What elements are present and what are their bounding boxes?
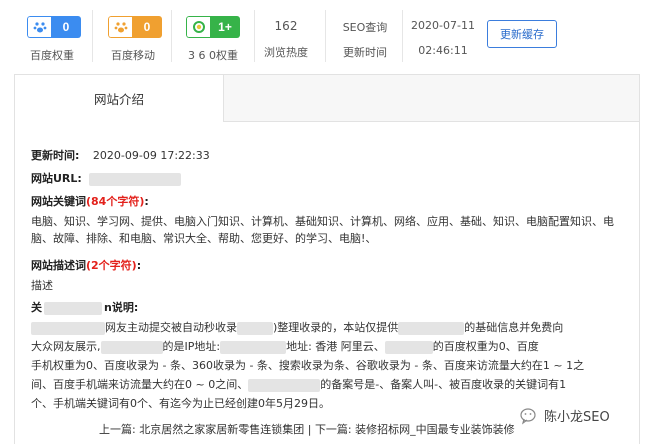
seo-query-link[interactable]: SEO查询 bbox=[333, 19, 397, 35]
divider bbox=[171, 10, 172, 62]
about-heading: 关 n说明: bbox=[31, 299, 138, 316]
about-line-5: 个、手机端关键词有0个、有迄今为止已经创建0年5月29日。 bbox=[31, 397, 330, 410]
next-label: 下一篇: bbox=[314, 423, 352, 436]
redacted-block bbox=[100, 340, 163, 354]
divider bbox=[254, 10, 255, 62]
divider bbox=[402, 10, 403, 62]
divider bbox=[325, 10, 326, 62]
views-label: 浏览热度 bbox=[264, 46, 308, 59]
redacted-block bbox=[237, 321, 273, 335]
about-line-2: 大众网友展示, 的是IP地址: 地址: 香港 阿里云、 的百度权重为0、百度 bbox=[31, 340, 539, 354]
baidu-mobile-stat[interactable]: 0 百度移动 bbox=[103, 0, 163, 68]
baidu-mobile-label: 百度移动 bbox=[111, 49, 155, 62]
weight-360-label: 3 6 0权重 bbox=[188, 49, 238, 62]
tab-bar-fill bbox=[224, 75, 639, 122]
about-suffix: n说明: bbox=[104, 301, 139, 314]
watermark-text: 陈小龙SEO bbox=[544, 410, 610, 425]
watermark: 陈小龙SEO bbox=[520, 406, 610, 425]
redacted-block bbox=[398, 321, 465, 335]
url-row: 网站URL: bbox=[31, 170, 182, 187]
desc-text: 描述 bbox=[31, 279, 53, 292]
baidu-mobile-value: 0 bbox=[132, 16, 162, 38]
keywords-text: 电脑、知识、学习网、提供、电脑入门知识、计算机、基础知识、计算机、网络、应用、基… bbox=[31, 215, 614, 245]
nav-separator: | bbox=[307, 423, 312, 436]
prev-article-link[interactable]: 北京居然之家家居新零售连锁集团 bbox=[139, 423, 304, 436]
article-nav: 上一篇: 北京居然之家家居新零售连锁集团 | 下一篇: 装修招标网_中国最专业装… bbox=[99, 421, 515, 437]
desc-label: 网站描述词 bbox=[31, 259, 86, 272]
about-prefix: 关 bbox=[31, 301, 42, 314]
update-clock: 02:46:11 bbox=[418, 44, 468, 57]
views-value: 162 bbox=[274, 19, 298, 33]
baidu-mobile-badge[interactable]: 0 bbox=[108, 16, 162, 38]
update-date: 2020-07-11 bbox=[411, 19, 475, 32]
about-line-4: 间、百度手机端来访流量大约在0 ~ 0之间、 的备案号是-、备案人叫-、被百度收录… bbox=[31, 378, 567, 392]
tab-site-intro[interactable]: 网站介绍 bbox=[15, 75, 224, 122]
baidu-weight-value: 0 bbox=[51, 16, 81, 38]
site-intro-panel: 网站介绍 更新时间: 2020-09-09 17:22:33 网站URL: 网站… bbox=[14, 74, 640, 444]
updated-row: 更新时间: 2020-09-09 17:22:33 bbox=[31, 147, 210, 164]
divider bbox=[92, 10, 93, 62]
update-time-label: 更新时间 bbox=[343, 46, 387, 59]
weight-360-badge[interactable]: 1+ bbox=[186, 16, 240, 38]
updated-value: 2020-09-09 17:22:33 bbox=[92, 149, 210, 162]
url-value[interactable] bbox=[89, 172, 182, 186]
next-article-link[interactable]: 装修招标网_中国最专业装饰装修 bbox=[355, 423, 515, 436]
weight-360-stat[interactable]: 1+ 3 6 0权重 bbox=[180, 0, 246, 68]
about-line-3: 手机权重为0、百度收录为 - 条、360收录为 - 条、搜索收录为条、谷歌收录为… bbox=[31, 359, 585, 372]
keywords-count: (84个字符) bbox=[86, 195, 145, 208]
paw-icon bbox=[108, 16, 132, 38]
updated-label: 更新时间: bbox=[31, 149, 80, 162]
redacted-block bbox=[44, 301, 102, 315]
desc-heading: 网站描述词(2个字符): bbox=[31, 259, 142, 272]
about-line-1: 网友主动提交被自动秒收录)整理收录的，本站仅提供 的基础信息并免费向 bbox=[31, 319, 563, 336]
baidu-weight-badge[interactable]: 0 bbox=[27, 16, 81, 38]
site-stats-bar: 0 百度权重 0 百度移动 1+ 3 6 0权重 162 浏览热度 SEO查询 … bbox=[0, 0, 650, 72]
baidu-weight-label: 百度权重 bbox=[30, 49, 74, 62]
redacted-block bbox=[220, 340, 287, 354]
prev-label: 上一篇: bbox=[99, 423, 136, 436]
desc-count: (2个字符) bbox=[86, 259, 137, 272]
weight-360-value: 1+ bbox=[210, 16, 240, 38]
redacted-block bbox=[31, 321, 105, 335]
url-label: 网站URL: bbox=[31, 172, 82, 185]
redacted-block bbox=[384, 340, 433, 354]
keywords-label: 网站关键词 bbox=[31, 195, 86, 208]
tab-bar: 网站介绍 bbox=[15, 75, 639, 122]
keywords-heading: 网站关键词(84个字符): bbox=[31, 195, 149, 208]
paw-icon bbox=[27, 16, 51, 38]
baidu-weight-stat[interactable]: 0 百度权重 bbox=[22, 0, 82, 68]
redacted-block bbox=[248, 378, 321, 392]
refresh-cache-button[interactable]: 更新缓存 bbox=[487, 20, 557, 48]
wechat-icon bbox=[520, 407, 536, 424]
360-icon bbox=[186, 16, 210, 38]
